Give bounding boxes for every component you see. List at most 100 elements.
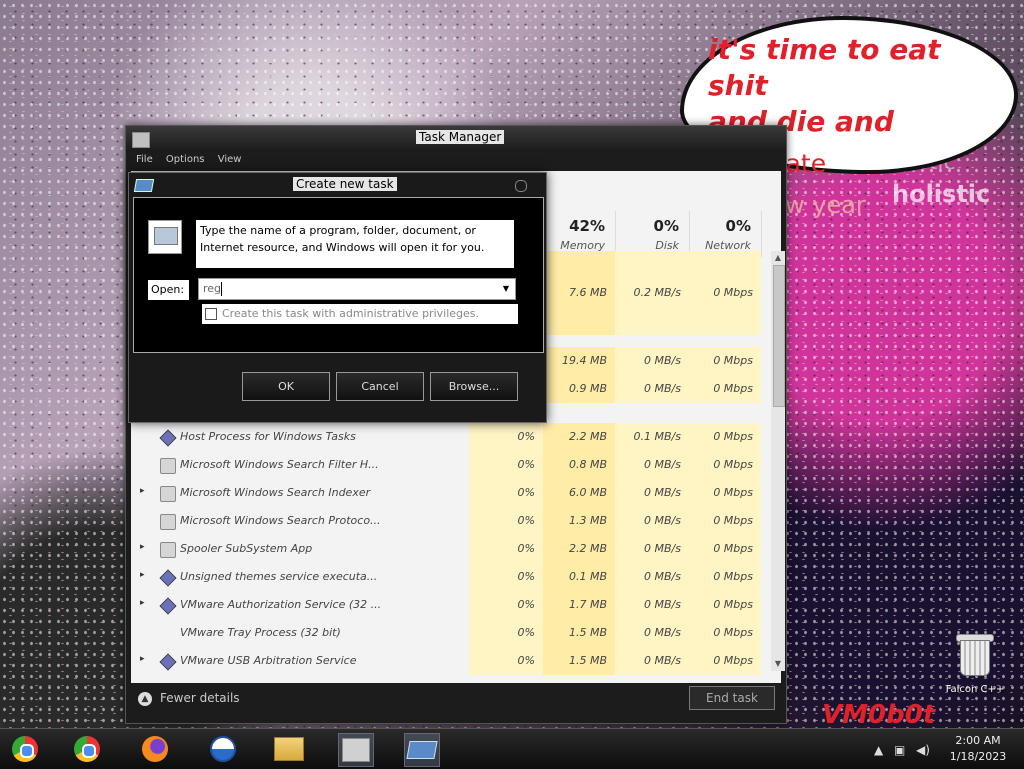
expand-icon[interactable]: ▸ [140,654,145,664]
disk-cell [615,307,689,335]
memory-cell [543,251,615,279]
memory-cell: 1.7 MB [543,591,615,619]
cpu-cell: 0% [469,535,543,563]
obama-logo-icon [210,736,236,762]
checkbox-icon[interactable] [205,308,217,320]
recycle-bin-body [960,640,990,676]
start-button[interactable] [8,733,42,765]
scroll-up-icon[interactable]: ▲ [773,253,783,263]
disk-cell: 0 MB/s [615,375,689,403]
recycle-bin-label[interactable]: Falcon C++ [936,684,1014,695]
close-icon[interactable] [515,180,527,192]
disk-cell: 0 MB/s [615,347,689,375]
admin-privileges-checkbox[interactable]: Create this task with administrative pri… [202,304,518,324]
task-manager-icon [342,738,370,762]
network-cell: 0 Mbps [689,591,761,619]
taskbar-chrome[interactable] [70,733,104,765]
dialog-panel: Type the name of a program, folder, docu… [133,197,544,353]
bubble-line-1: it's time to eat shit [708,33,941,102]
memory-cell: 19.4 MB [543,347,615,375]
table-row[interactable]: Host Process for Windows Tasks 0% 2.2 MB 0.… [131,423,767,451]
table-row[interactable]: ▸ VMware USB Arbitration Service 0% 1.5 MB 0… [131,647,767,675]
menu-view[interactable]: View [218,154,242,165]
taskbar-obama[interactable] [206,733,240,765]
process-name: Microsoft Windows Search Filter H... [180,458,379,471]
memory-cell: 1.5 MB [543,647,615,675]
open-input[interactable]: reg ▼ [198,278,516,300]
service-icon [159,653,177,671]
service-icon [159,569,177,587]
taskbar-explorer[interactable] [272,733,306,765]
table-row[interactable]: ▸ Unsigned themes service executa... 0% 0.1… [131,563,767,591]
cpu-cell: 0% [469,423,543,451]
taskbar: ▲ ▣ ◀) 2:00 AM 1/18/2023 [0,728,1024,769]
cpu-cell: 0% [469,619,543,647]
table-row[interactable]: ▸ Spooler SubSystem App 0% 2.2 MB 0 MB/s 0 Mb… [131,535,767,563]
chrome-icon [74,736,100,762]
open-input-value: reg [203,282,222,295]
table-row[interactable]: Microsoft Windows Search Filter H... 0% 0.… [131,451,767,479]
end-task-button[interactable]: End task [689,686,775,710]
expand-icon[interactable]: ▸ [140,542,145,552]
disk-cell [615,251,689,279]
task-manager-titlebar[interactable]: Task Manager [126,126,786,152]
network-cell: 0 Mbps [689,507,761,535]
expand-icon[interactable]: ▸ [140,570,145,580]
table-row[interactable]: ▸ VMware Authorization Service (32 ... 0% 1… [131,591,767,619]
network-cell: 0 Mbps [689,451,761,479]
open-label: Open: [148,280,189,300]
memory-cell: 0.1 MB [543,563,615,591]
memory-cell: 6.0 MB [543,479,615,507]
ok-button[interactable]: OK [242,372,330,401]
expand-icon[interactable]: ▸ [140,486,145,496]
task-manager-title: Task Manager [416,130,505,144]
menu-file[interactable]: File [136,154,153,165]
recycle-bin-icon[interactable] [956,634,994,676]
taskbar-firefox[interactable] [138,733,172,765]
table-row[interactable]: ▸ Microsoft Windows Search Indexer 0% 6.0 M… [131,479,767,507]
taskbar-task-manager[interactable] [338,733,374,767]
text-caret [221,282,222,296]
service-icon [159,597,177,615]
create-new-task-dialog: Create new task Type the name of a progr… [128,172,547,423]
browse-button[interactable]: Browse... [430,372,518,401]
scroll-down-icon[interactable]: ▼ [773,659,783,669]
network-cell: 0 Mbps [689,375,761,403]
memory-cell: 2.2 MB [543,535,615,563]
table-row[interactable]: Microsoft Windows Search Protoco... 0% 1.3… [131,507,767,535]
network-cell: 0 Mbps [689,347,761,375]
cancel-button[interactable]: Cancel [336,372,424,401]
memory-cell: 7.6 MB [543,279,615,307]
network-cell: 0 Mbps [689,279,761,307]
cpu-cell: 0% [469,563,543,591]
network-cell: 0 Mbps [689,535,761,563]
network-icon[interactable]: ▣ [894,743,905,757]
disk-cell: 0 MB/s [615,591,689,619]
search-service-icon [160,458,176,474]
memory-cell [543,307,615,335]
table-row[interactable]: VMware Tray Process (32 bit) 0% 1.5 MB 0 MB… [131,619,767,647]
dialog-description: Type the name of a program, folder, docu… [196,220,514,268]
disk-cell: 0 MB/s [615,507,689,535]
taskbar-run[interactable] [404,733,440,767]
process-name: VMware Tray Process (32 bit) [180,626,341,639]
dialog-title: Create new task [293,177,397,191]
expand-icon[interactable]: ▸ [140,598,145,608]
chevron-up-icon[interactable]: ▲ [874,743,883,757]
speaker-icon[interactable]: ◀) [916,743,930,757]
process-name: VMware Authorization Service (32 ... [180,598,382,611]
computer-screen [154,227,178,245]
vertical-scrollbar[interactable]: ▲ ▼ [771,251,785,671]
clock[interactable]: 2:00 AM 1/18/2023 [938,733,1018,765]
chevron-down-icon[interactable]: ▼ [499,281,513,297]
disk-cell: 0 MB/s [615,619,689,647]
scroll-thumb[interactable] [773,265,785,407]
cpu-cell: 0% [469,647,543,675]
fewer-details-button[interactable]: ▲ Fewer details [138,691,240,706]
disk-cell: 0 MB/s [615,479,689,507]
network-percent: 0% [725,217,751,235]
menu-options[interactable]: Options [166,154,205,165]
disk-cell: 0 MB/s [615,535,689,563]
cpu-cell: 0% [469,479,543,507]
process-name: Microsoft Windows Search Protoco... [180,514,381,527]
